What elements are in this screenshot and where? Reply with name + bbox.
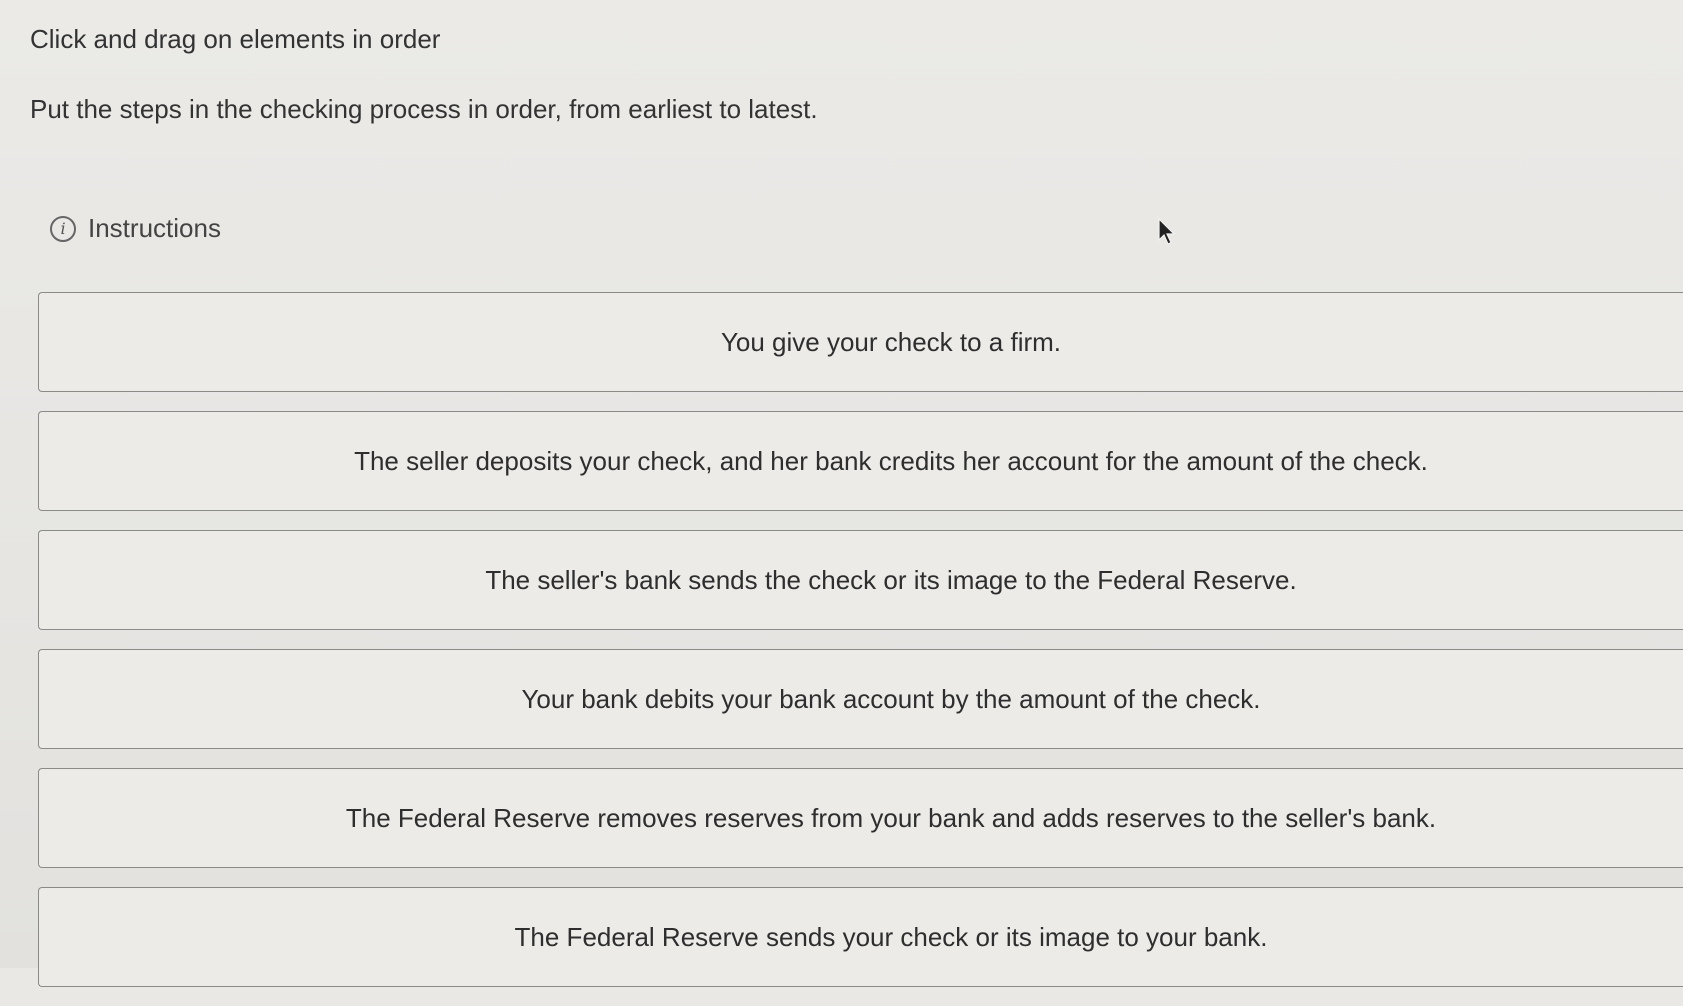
step-item[interactable]: Your bank debits your bank account by th… <box>38 649 1683 749</box>
step-label: The Federal Reserve sends your check or … <box>514 921 1268 952</box>
step-label: The Federal Reserve removes reserves fro… <box>345 802 1437 833</box>
instructions-toggle[interactable]: i Instructions <box>50 213 221 244</box>
step-item[interactable]: The Federal Reserve sends your check or … <box>38 887 1683 987</box>
page: Click and drag on elements in order Put … <box>0 0 1683 987</box>
step-label: The seller deposits your check, and her … <box>354 445 1428 476</box>
info-icon: i <box>50 215 76 242</box>
step-item[interactable]: The seller's bank sends the check or its… <box>38 530 1683 630</box>
sortable-step-list: You give your check to a firm. The selle… <box>38 292 1683 1006</box>
mouse-cursor-icon <box>1158 218 1176 245</box>
step-label: The seller's bank sends the check or its… <box>485 564 1297 595</box>
prompt-body: Put the steps in the checking process in… <box>30 94 818 124</box>
step-item[interactable]: The Federal Reserve removes reserves fro… <box>38 768 1683 868</box>
prompt-title: Click and drag on elements in order <box>30 24 441 54</box>
step-item[interactable]: The seller deposits your check, and her … <box>38 411 1683 511</box>
step-item[interactable]: You give your check to a firm. <box>38 292 1683 392</box>
step-label: You give your check to a firm. <box>720 326 1062 357</box>
instructions-label: Instructions <box>88 213 221 243</box>
step-label: Your bank debits your bank account by th… <box>521 683 1261 714</box>
